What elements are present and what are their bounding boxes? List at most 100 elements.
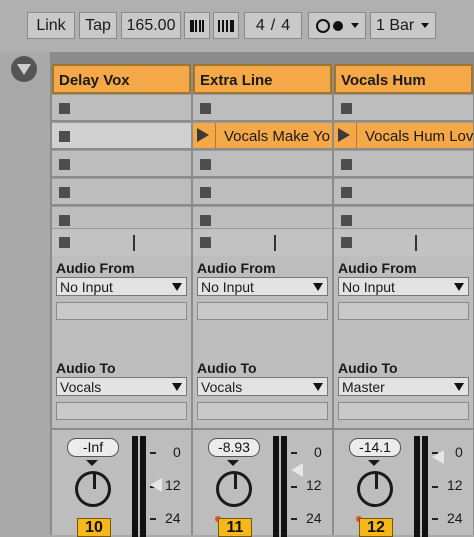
clip-slot[interactable] <box>193 94 332 120</box>
scale-label: 0 <box>173 444 181 460</box>
clip-launch-area[interactable] <box>193 123 215 148</box>
nudge-icon[interactable] <box>184 12 210 39</box>
tap-button[interactable]: Tap <box>79 12 117 39</box>
scale-tick <box>432 518 438 520</box>
track-header[interactable]: Delay Vox <box>52 64 191 94</box>
tempo-field[interactable]: 165.00 <box>121 12 181 39</box>
volume-fader-handle[interactable] <box>432 450 444 464</box>
clip-slot[interactable] <box>193 150 332 176</box>
stop-square-icon[interactable] <box>200 237 211 248</box>
chevron-down-icon <box>313 383 323 391</box>
time-signature-field[interactable]: 4 / 4 <box>244 12 302 39</box>
track-header[interactable]: Extra Line <box>193 64 332 94</box>
level-meter-right <box>422 436 428 537</box>
stop-square-icon[interactable] <box>59 103 70 114</box>
audio-from-value: No Input <box>201 279 254 295</box>
clip-slot[interactable] <box>52 150 191 176</box>
stop-square-icon[interactable] <box>341 215 352 226</box>
mixer-section: -8.93 0 12 24 11 <box>193 428 332 537</box>
mixer-section: -14.1 0 12 24 12 <box>334 428 473 537</box>
pan-knob[interactable] <box>75 471 111 507</box>
io-section: Audio From No Input Audio To Master <box>334 256 473 428</box>
stop-square-icon[interactable] <box>200 103 211 114</box>
audio-from-dropdown[interactable]: No Input <box>338 277 469 296</box>
stop-clips-slot[interactable] <box>52 228 191 256</box>
link-button[interactable]: Link <box>27 12 75 39</box>
scale-label: 0 <box>455 444 463 460</box>
stop-square-icon[interactable] <box>341 159 352 170</box>
transport-bar: Link Tap 165.00 4 / 4 1 Bar <box>0 0 474 52</box>
record-mode-button[interactable] <box>308 12 366 39</box>
stop-square-icon[interactable] <box>341 103 352 114</box>
input-channel-field[interactable] <box>56 302 187 320</box>
volume-fader-handle[interactable] <box>291 463 303 477</box>
stop-square-icon[interactable] <box>200 187 211 198</box>
clip[interactable]: Vocals Hum Lov <box>356 123 473 148</box>
stop-square-icon[interactable] <box>59 187 70 198</box>
stop-square-icon[interactable] <box>341 187 352 198</box>
record-icon <box>332 20 343 31</box>
stop-square-icon[interactable] <box>59 131 70 142</box>
volume-fader-handle[interactable] <box>150 478 162 492</box>
clip-slot[interactable]: Vocals Hum Lov <box>334 122 473 148</box>
chevron-down-icon <box>172 283 182 291</box>
scale-tick <box>291 452 297 454</box>
track-header[interactable]: Vocals Hum <box>334 64 473 94</box>
time-signature-denominator: 4 <box>281 16 291 34</box>
clip[interactable]: Vocals Make Yo <box>215 123 332 148</box>
clip-slot[interactable] <box>52 122 191 148</box>
audio-to-dropdown[interactable]: Master <box>338 377 469 396</box>
volume-field[interactable]: -8.93 <box>208 438 260 457</box>
stop-clips-slot[interactable] <box>334 228 473 256</box>
stop-square-icon[interactable] <box>341 237 352 248</box>
stop-square-icon[interactable] <box>200 215 211 226</box>
input-channel-field[interactable] <box>338 302 469 320</box>
scale-tick <box>150 518 156 520</box>
track-activator-button[interactable]: 12 <box>359 518 393 537</box>
clip-slot[interactable] <box>334 150 473 176</box>
track-vocals-hum: Vocals Hum Vocals Hum Lov Audio From No … <box>334 56 474 537</box>
pan-knob[interactable] <box>216 471 252 507</box>
track-delay-vox: Delay Vox Audio From No Input Audio To V… <box>52 56 193 537</box>
output-channel-field[interactable] <box>56 402 187 420</box>
circle-icon <box>315 18 330 33</box>
stop-square-icon[interactable] <box>59 159 70 170</box>
scale-label: 24 <box>306 510 322 526</box>
audio-to-label: Audio To <box>338 360 398 376</box>
clip-slot[interactable] <box>52 178 191 204</box>
clip-slot[interactable] <box>193 178 332 204</box>
input-channel-field[interactable] <box>197 302 328 320</box>
track-activator-button[interactable]: 11 <box>218 518 252 537</box>
collapse-button[interactable] <box>11 56 37 82</box>
clip-slot[interactable] <box>334 94 473 120</box>
time-signature-separator: / <box>270 16 276 34</box>
pan-knob[interactable] <box>357 471 393 507</box>
audio-to-label: Audio To <box>197 360 257 376</box>
scale-tick <box>432 486 438 488</box>
audio-from-dropdown[interactable]: No Input <box>197 277 328 296</box>
stop-square-icon[interactable] <box>200 159 211 170</box>
volume-field[interactable]: -14.1 <box>349 438 401 457</box>
quantization-dropdown[interactable]: 1 Bar <box>370 12 436 39</box>
play-icon[interactable] <box>197 128 209 142</box>
stop-clips-slot[interactable] <box>193 228 332 256</box>
clip-slot[interactable] <box>334 178 473 204</box>
scale-tick <box>150 452 156 454</box>
stop-square-icon[interactable] <box>59 215 70 226</box>
clip-slot[interactable] <box>52 94 191 120</box>
stop-square-icon[interactable] <box>59 237 70 248</box>
track-extra-line: Extra Line Vocals Make Yo Audio From No … <box>193 56 334 537</box>
clip-slot[interactable]: Vocals Make Yo <box>193 122 332 148</box>
chevron-down-icon <box>172 383 182 391</box>
track-activator-button[interactable]: 10 <box>77 518 111 537</box>
audio-to-dropdown[interactable]: Vocals <box>56 377 187 396</box>
output-channel-field[interactable] <box>338 402 469 420</box>
volume-field[interactable]: -Inf <box>67 438 119 457</box>
clip-launch-area[interactable] <box>334 123 356 148</box>
audio-from-dropdown[interactable]: No Input <box>56 277 187 296</box>
play-icon[interactable] <box>338 128 350 142</box>
output-channel-field[interactable] <box>197 402 328 420</box>
audio-to-dropdown[interactable]: Vocals <box>197 377 328 396</box>
pan-knob-pointer <box>234 472 237 489</box>
metronome-icon[interactable] <box>213 12 239 39</box>
